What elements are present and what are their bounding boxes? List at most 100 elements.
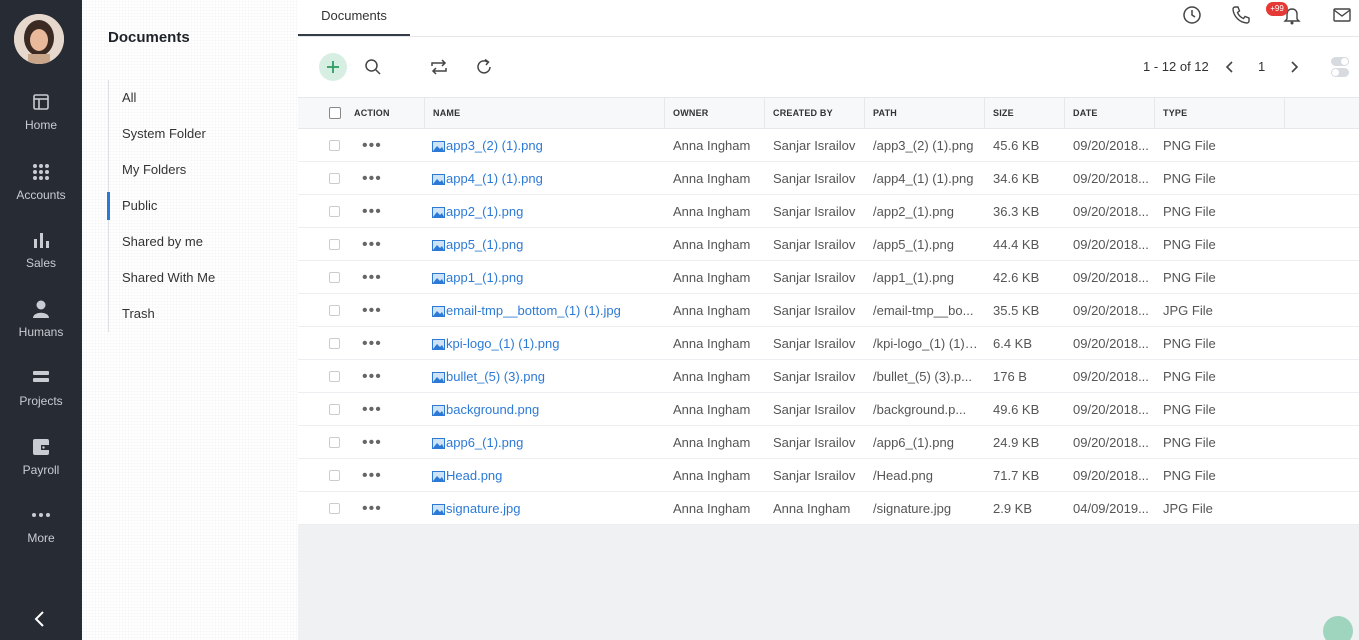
- col-path[interactable]: PATH: [865, 98, 985, 129]
- cell-name[interactable]: app4_(1) (1).png: [432, 162, 662, 195]
- cell-name[interactable]: app1_(1).png: [432, 261, 662, 294]
- mail-icon[interactable]: [1332, 5, 1352, 25]
- folder-shared-by-me[interactable]: Shared by me: [109, 224, 288, 260]
- col-created-by[interactable]: CREATED BY: [765, 98, 865, 129]
- current-page: 1: [1258, 59, 1266, 74]
- cell-size: 42.6 KB: [993, 270, 1040, 285]
- cell-type: PNG File: [1163, 336, 1216, 351]
- col-name[interactable]: NAME: [425, 98, 665, 129]
- chat-bubble-icon[interactable]: [1323, 616, 1353, 640]
- row-checkbox[interactable]: [329, 503, 340, 514]
- col-type[interactable]: TYPE: [1155, 98, 1285, 129]
- row-checkbox[interactable]: [329, 404, 340, 415]
- refresh-button[interactable]: [470, 53, 498, 81]
- add-button[interactable]: [319, 53, 347, 81]
- table-row[interactable]: ••• kpi-logo_(1) (1).png Anna Ingham Sanjar…: [298, 327, 1359, 360]
- row-checkbox[interactable]: [329, 437, 340, 448]
- cell-name[interactable]: Head.png: [432, 459, 662, 492]
- person-icon: [33, 300, 49, 318]
- row-actions-icon[interactable]: •••: [362, 228, 386, 261]
- next-page-icon[interactable]: [1288, 60, 1300, 74]
- row-checkbox[interactable]: [329, 338, 340, 349]
- toggle-settings-icon[interactable]: [1330, 55, 1350, 79]
- table-row[interactable]: ••• app6_(1).png Anna Ingham Sanjar Israilo…: [298, 426, 1359, 459]
- projects-icon: [33, 371, 49, 382]
- table-row[interactable]: ••• app4_(1) (1).png Anna Ingham Sanjar Isr…: [298, 162, 1359, 195]
- main-nav: Home Accounts Sales Humans Projects Payr…: [0, 0, 82, 640]
- row-actions-icon[interactable]: •••: [362, 294, 386, 327]
- folder-list: All System Folder My Folders Public Shar…: [107, 80, 288, 332]
- row-checkbox[interactable]: [329, 305, 340, 316]
- folder-my-folders[interactable]: My Folders: [109, 152, 288, 188]
- row-actions-icon[interactable]: •••: [362, 360, 386, 393]
- select-all-checkbox[interactable]: [329, 107, 341, 119]
- nav-payroll[interactable]: Payroll: [0, 437, 82, 477]
- notification-badge: +99: [1266, 2, 1288, 16]
- nav-accounts[interactable]: Accounts: [0, 162, 82, 202]
- table-row[interactable]: ••• signature.jpg Anna Ingham Anna Ingham/s…: [298, 492, 1359, 525]
- phone-icon[interactable]: [1231, 5, 1251, 25]
- row-actions-icon[interactable]: •••: [362, 426, 386, 459]
- row-actions-icon[interactable]: •••: [362, 129, 386, 162]
- transfer-button[interactable]: [425, 53, 453, 81]
- table-row[interactable]: ••• email-tmp__bottom_(1) (1).jpg Anna Ing…: [298, 294, 1359, 327]
- table-row[interactable]: ••• Head.png Anna Ingham Sanjar Israilov/He…: [298, 459, 1359, 492]
- row-actions-icon[interactable]: •••: [362, 195, 386, 228]
- row-checkbox[interactable]: [329, 470, 340, 481]
- cell-name[interactable]: app6_(1).png: [432, 426, 662, 459]
- row-actions-icon[interactable]: •••: [362, 327, 386, 360]
- folder-all[interactable]: All: [109, 80, 288, 116]
- file-name: Head.png: [446, 468, 503, 483]
- cell-path: /kpi-logo_(1) (1)....: [873, 336, 979, 351]
- prev-page-icon[interactable]: [1224, 60, 1236, 74]
- clock-icon[interactable]: [1182, 5, 1202, 25]
- table-row[interactable]: ••• background.png Anna Ingham Sanjar Israi…: [298, 393, 1359, 426]
- folder-public[interactable]: Public: [107, 188, 288, 224]
- nav-home[interactable]: Home: [0, 92, 82, 132]
- col-size[interactable]: SIZE: [985, 98, 1065, 129]
- row-checkbox[interactable]: [329, 272, 340, 283]
- nav-sales[interactable]: Sales: [0, 230, 82, 270]
- cell-created-by: Sanjar Israilov: [773, 435, 856, 450]
- table-row[interactable]: ••• bullet_(5) (3).png Anna Ingham Sanjar I…: [298, 360, 1359, 393]
- cell-name[interactable]: kpi-logo_(1) (1).png: [432, 327, 662, 360]
- cell-date: 09/20/2018...: [1073, 369, 1149, 384]
- cell-name[interactable]: email-tmp__bottom_(1) (1).jpg: [432, 294, 662, 327]
- row-actions-icon[interactable]: •••: [362, 162, 386, 195]
- cell-name[interactable]: background.png: [432, 393, 662, 426]
- row-checkbox[interactable]: [329, 239, 340, 250]
- table-row[interactable]: ••• app5_(1).png Anna Ingham Sanjar Israilo…: [298, 228, 1359, 261]
- nav-humans[interactable]: Humans: [0, 299, 82, 339]
- row-checkbox[interactable]: [329, 206, 340, 217]
- collapse-chevron-icon[interactable]: [30, 608, 50, 630]
- row-checkbox[interactable]: [329, 140, 340, 151]
- folder-shared-with-me[interactable]: Shared With Me: [109, 260, 288, 296]
- nav-projects[interactable]: Projects: [0, 368, 82, 408]
- cell-name[interactable]: app5_(1).png: [432, 228, 662, 261]
- col-date[interactable]: DATE: [1065, 98, 1155, 129]
- folder-system[interactable]: System Folder: [109, 116, 288, 152]
- table-row[interactable]: ••• app1_(1).png Anna Ingham Sanjar Israilo…: [298, 261, 1359, 294]
- table-header: ACTION NAME OWNER CREATED BY PATH SIZE D…: [298, 98, 1359, 129]
- table-row[interactable]: ••• app3_(2) (1).png Anna Ingham Sanjar Isr…: [298, 129, 1359, 162]
- folder-trash[interactable]: Trash: [109, 296, 288, 332]
- cell-name[interactable]: app3_(2) (1).png: [432, 129, 662, 162]
- toolbar: 1 - 12 of 12 1: [298, 37, 1359, 98]
- row-checkbox[interactable]: [329, 173, 340, 184]
- cell-name[interactable]: signature.jpg: [432, 492, 662, 525]
- col-owner[interactable]: OWNER: [665, 98, 765, 129]
- row-actions-icon[interactable]: •••: [362, 459, 386, 492]
- nav-more[interactable]: More: [0, 505, 82, 545]
- row-actions-icon[interactable]: •••: [362, 393, 386, 426]
- cell-name[interactable]: bullet_(5) (3).png: [432, 360, 662, 393]
- cell-size: 49.6 KB: [993, 402, 1040, 417]
- tab-documents[interactable]: Documents: [298, 0, 410, 36]
- row-actions-icon[interactable]: •••: [362, 492, 386, 525]
- user-avatar[interactable]: [14, 14, 64, 64]
- cell-name[interactable]: app2_(1).png: [432, 195, 662, 228]
- row-actions-icon[interactable]: •••: [362, 261, 386, 294]
- wallet-icon: [33, 439, 49, 455]
- table-row[interactable]: ••• app2_(1).png Anna Ingham Sanjar Israilo…: [298, 195, 1359, 228]
- row-checkbox[interactable]: [329, 371, 340, 382]
- search-button[interactable]: [359, 53, 387, 81]
